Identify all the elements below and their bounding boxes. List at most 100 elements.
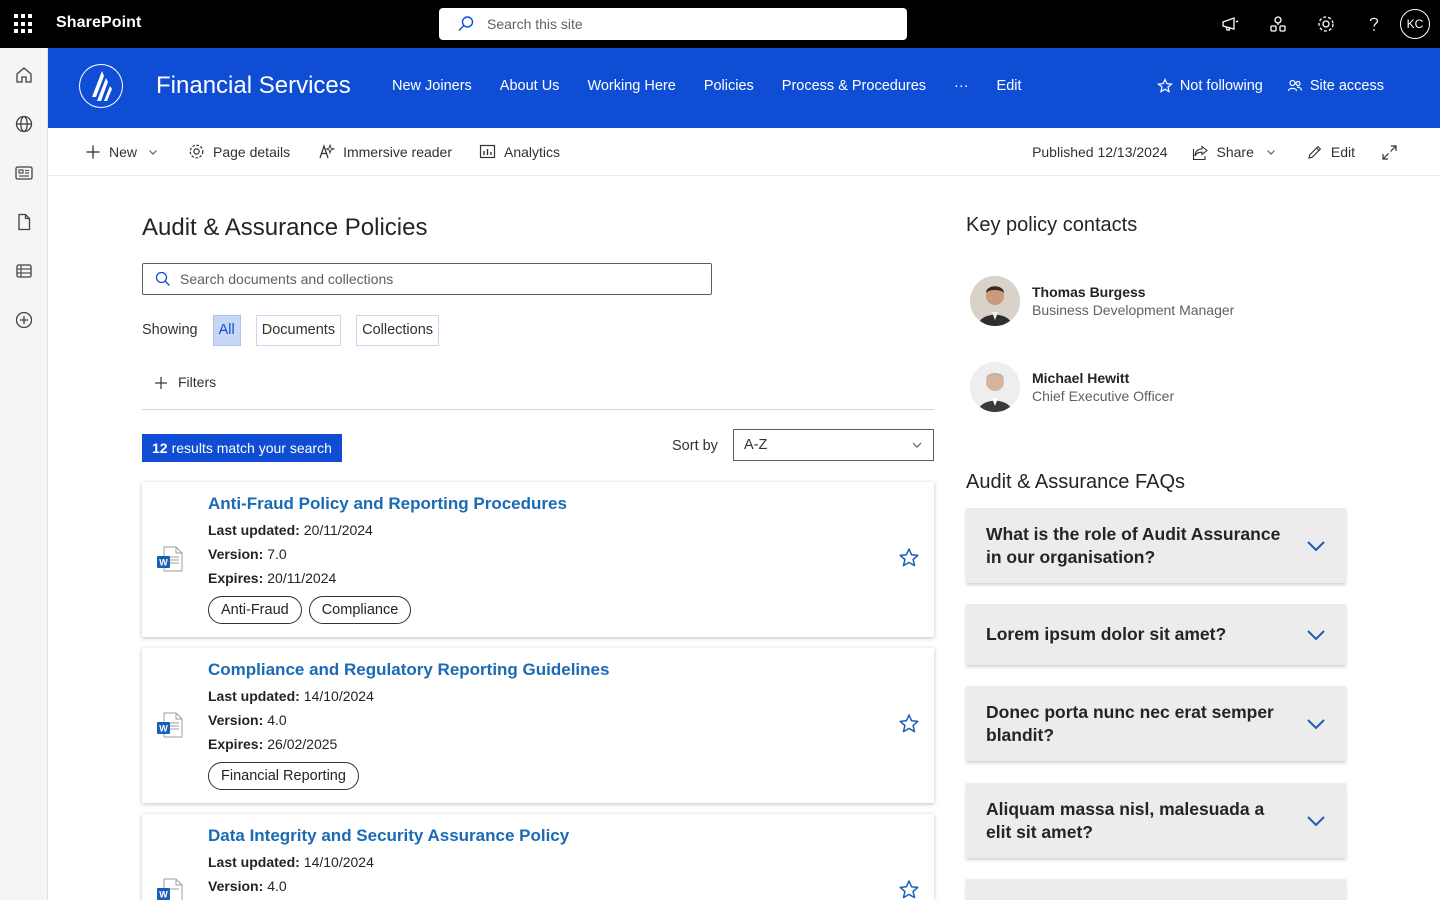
site-search-input[interactable]	[487, 16, 867, 32]
home-icon[interactable]	[0, 50, 48, 99]
version-value: 4.0	[267, 878, 287, 894]
logo-mark-icon	[80, 65, 122, 107]
version-row: Version: 4.0	[208, 712, 609, 728]
site-navigation: New Joiners About Us Working Here Polici…	[378, 78, 1036, 94]
new-button[interactable]: New	[85, 144, 158, 160]
news-icon[interactable]	[0, 148, 48, 197]
showing-label: Showing	[142, 322, 198, 338]
tag-list: Financial Reporting	[208, 762, 609, 790]
document-search-input[interactable]	[180, 271, 680, 287]
last-updated-label: Last updated:	[208, 522, 300, 538]
results-count-badge: 12 results match your search	[142, 434, 342, 462]
contact-card[interactable]: Michael Hewitt Chief Executive Officer	[970, 362, 1174, 412]
filter-documents-button[interactable]: Documents	[255, 314, 342, 346]
nav-new-joiners[interactable]: New Joiners	[392, 78, 472, 94]
faq-question: What is the role of Audit Assurance in o…	[986, 523, 1281, 567]
chevron-down-icon	[1266, 150, 1275, 155]
help-icon[interactable]	[1350, 0, 1398, 48]
tag-chip[interactable]: Anti-Fraud	[208, 596, 302, 624]
nav-edit-link[interactable]: Edit	[997, 78, 1022, 94]
expires-label: Expires:	[208, 570, 264, 586]
expand-icon[interactable]	[1381, 144, 1406, 161]
page-title: Audit & Assurance Policies	[142, 214, 428, 241]
filter-collections-button[interactable]: Collections	[356, 314, 440, 346]
site-access-button[interactable]: Site access	[1287, 78, 1384, 94]
version-label: Version:	[208, 712, 264, 728]
network-icon[interactable]	[1254, 0, 1302, 48]
faq-item[interactable]: What is the role of Audit Assurance in o…	[966, 508, 1346, 583]
app-launcher-icon[interactable]	[14, 14, 34, 34]
document-card-body: Compliance and Regulatory Reporting Guid…	[208, 660, 609, 790]
expires-label: Expires:	[208, 736, 264, 752]
site-access-label: Site access	[1309, 78, 1384, 94]
document-icon[interactable]	[0, 197, 48, 246]
document-card[interactable]: W Anti-Fraud Policy and Reporting Proced…	[142, 482, 934, 637]
analytics-icon	[479, 144, 496, 159]
faq-item[interactable]: Aliquam massa nisl, malesuada a elit sit…	[966, 783, 1346, 858]
list-icon[interactable]	[0, 246, 48, 295]
faq-item-partial[interactable]	[966, 879, 1346, 900]
site-logo[interactable]	[79, 64, 123, 108]
globe-icon[interactable]	[0, 99, 48, 148]
site-header: Financial Services New Joiners About Us …	[48, 48, 1440, 128]
faq-item[interactable]: Lorem ipsum dolor sit amet?	[966, 604, 1346, 665]
version-label: Version:	[208, 878, 264, 894]
sort-dropdown[interactable]: A-Z	[733, 429, 934, 461]
edit-button[interactable]: Edit	[1306, 144, 1355, 161]
document-card[interactable]: W Compliance and Regulatory Reporting Gu…	[142, 648, 934, 803]
document-title-link[interactable]: Compliance and Regulatory Reporting Guid…	[208, 660, 609, 680]
analytics-label: Analytics	[504, 143, 561, 160]
faq-question: Aliquam massa nisl, malesuada a elit sit…	[986, 798, 1265, 842]
nav-process-procedures[interactable]: Process & Procedures	[782, 78, 926, 94]
favorite-star-icon[interactable]	[898, 547, 920, 569]
analytics-button[interactable]: Analytics	[479, 143, 560, 160]
svg-text:W: W	[159, 724, 168, 734]
sharepoint-brand[interactable]: SharePoint	[56, 14, 141, 32]
document-card-body: Anti-Fraud Policy and Reporting Procedur…	[208, 494, 567, 624]
nav-working-here[interactable]: Working Here	[587, 78, 675, 94]
favorite-star-icon[interactable]	[898, 713, 920, 735]
search-icon	[155, 271, 170, 286]
document-title-link[interactable]: Data Integrity and Security Assurance Po…	[208, 826, 569, 846]
megaphone-icon[interactable]	[1206, 0, 1254, 48]
last-updated-label: Last updated:	[208, 688, 300, 704]
document-card[interactable]: W Data Integrity and Security Assurance …	[142, 814, 934, 900]
pencil-icon	[1308, 145, 1322, 159]
nav-more-button[interactable]: ···	[954, 78, 969, 94]
results-text: results match your search	[171, 440, 332, 456]
site-title[interactable]: Financial Services	[156, 72, 351, 100]
page-details-button[interactable]: Page details	[188, 143, 290, 160]
last-updated-value: 14/10/2024	[303, 854, 374, 870]
command-bar: New Page details Immersive reader Analyt…	[48, 128, 1440, 176]
document-title-link[interactable]: Anti-Fraud Policy and Reporting Procedur…	[208, 494, 567, 514]
gear-icon[interactable]	[1302, 0, 1350, 48]
edit-label: Edit	[1330, 144, 1355, 160]
search-icon	[458, 16, 474, 31]
plus-icon	[86, 145, 100, 158]
filter-all-button[interactable]: All	[212, 314, 241, 346]
tag-chip[interactable]: Financial Reporting	[208, 762, 359, 790]
faqs-heading: Audit & Assurance FAQs	[966, 471, 1185, 493]
contact-card[interactable]: Thomas Burgess Business Development Mana…	[970, 276, 1234, 326]
faq-item[interactable]: Donec porta nunc nec erat semper blandit…	[966, 686, 1346, 761]
immersive-reader-button[interactable]: Immersive reader	[318, 143, 452, 160]
new-label: New	[109, 143, 138, 160]
suite-bar: SharePoint KC	[0, 0, 1440, 48]
share-label: Share	[1216, 144, 1254, 160]
nav-policies[interactable]: Policies	[704, 78, 754, 94]
add-circle-icon[interactable]	[0, 295, 48, 344]
expires-row: Expires: 20/11/2024	[208, 570, 567, 586]
site-search-box[interactable]	[439, 8, 907, 40]
share-button[interactable]: Share	[1192, 144, 1276, 161]
favorite-star-icon[interactable]	[898, 879, 920, 900]
share-icon	[1192, 144, 1208, 160]
document-search-box[interactable]	[142, 263, 712, 295]
filters-button[interactable]: Filters	[142, 374, 934, 410]
follow-button[interactable]: Not following	[1156, 78, 1263, 94]
contacts-heading: Key policy contacts	[966, 214, 1138, 236]
nav-about-us[interactable]: About Us	[500, 78, 560, 94]
site-actions: Not following Site access	[1133, 78, 1384, 94]
user-avatar[interactable]: KC	[1400, 9, 1430, 39]
tag-chip[interactable]: Compliance	[308, 596, 412, 624]
follow-label: Not following	[1179, 78, 1263, 94]
